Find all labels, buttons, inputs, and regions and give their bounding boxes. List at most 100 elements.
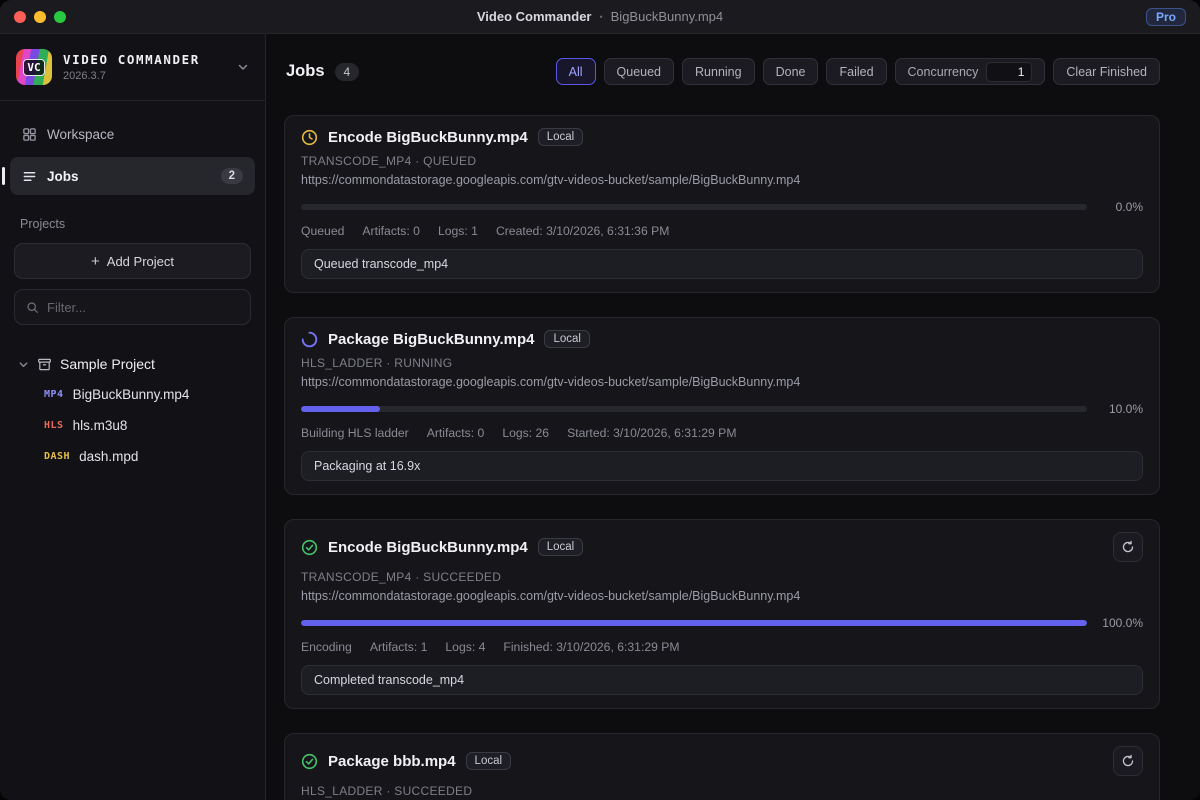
- minimize-window-button[interactable]: [34, 11, 46, 23]
- window-controls: [14, 11, 66, 23]
- job-meta: Building HLS ladderArtifacts: 0Logs: 26S…: [301, 426, 1143, 440]
- project-filter: [14, 289, 251, 325]
- job-progress-fill: [301, 620, 1087, 626]
- chevron-down-icon: [18, 359, 29, 370]
- project-box-icon: [37, 357, 52, 372]
- clock-icon: [301, 129, 318, 146]
- job-local-badge: Local: [544, 330, 590, 348]
- job-progress-row: 100.0%: [301, 616, 1143, 630]
- job-meta-item: Logs: 1: [438, 224, 478, 238]
- concurrency-control: Concurrency: [895, 58, 1046, 85]
- filter-input[interactable]: [47, 300, 239, 315]
- job-card: Encode BigBuckBunny.mp4 Local TRANSCODE_…: [284, 519, 1160, 709]
- sidebar-item-label: Workspace: [47, 127, 114, 142]
- sidebar: VC VIDEO COMMANDER 2026.3.7 Workspace: [0, 34, 266, 800]
- filter-chip-done[interactable]: Done: [763, 58, 819, 85]
- filter-chip-all[interactable]: All: [556, 58, 596, 85]
- job-progress-label: 10.0%: [1099, 402, 1143, 416]
- job-local-badge: Local: [466, 752, 512, 770]
- chevron-down-icon: [237, 61, 249, 73]
- job-subtitle: TRANSCODE_MP4 · SUCCEEDED: [301, 570, 1143, 584]
- brand-name: VIDEO COMMANDER: [63, 52, 200, 67]
- sidebar-item-jobs[interactable]: Jobs 2: [10, 157, 255, 195]
- job-card-header: Package BigBuckBunny.mp4 Local: [301, 330, 1143, 348]
- job-title: Encode BigBuckBunny.mp4: [328, 129, 528, 146]
- job-subtitle: HLS_LADDER · RUNNING: [301, 356, 1143, 370]
- zoom-window-button[interactable]: [54, 11, 66, 23]
- job-progress-row: 10.0%: [301, 402, 1143, 416]
- retry-button[interactable]: [1113, 532, 1143, 562]
- concurrency-input[interactable]: [986, 62, 1032, 82]
- job-log: Packaging at 16.9x: [301, 451, 1143, 481]
- tree-root-sample-project[interactable]: Sample Project: [14, 349, 251, 379]
- tree-root-label: Sample Project: [60, 356, 155, 372]
- projects-section-label: Projects: [20, 217, 245, 231]
- brand-selector[interactable]: VC VIDEO COMMANDER 2026.3.7: [0, 34, 265, 101]
- concurrency-label: Concurrency: [908, 65, 979, 79]
- tree-item-dash.mpd[interactable]: DASHdash.mpd: [14, 441, 251, 472]
- jobs-list-icon: [22, 169, 37, 184]
- check-circle-icon: [301, 539, 318, 556]
- jobs-total-badge: 4: [335, 63, 360, 81]
- workspace-grid-icon: [22, 127, 37, 142]
- titlebar: Video Commander • BigBuckBunny.mp4 Pro: [0, 0, 1200, 34]
- close-window-button[interactable]: [14, 11, 26, 23]
- sidebar-nav: Workspace Jobs 2: [0, 101, 265, 195]
- job-card-header: Encode BigBuckBunny.mp4 Local: [301, 532, 1143, 562]
- page-title: Jobs: [286, 62, 325, 81]
- tree-item-label: BigBuckBunny.mp4: [73, 387, 190, 402]
- job-progress-track: [301, 620, 1087, 626]
- job-card-header: Package bbb.mp4 Local: [301, 746, 1143, 776]
- job-subtitle: TRANSCODE_MP4 · QUEUED: [301, 154, 1143, 168]
- brand-version: 2026.3.7: [63, 70, 200, 82]
- job-meta-item: Encoding: [301, 640, 352, 654]
- brand-text: VIDEO COMMANDER 2026.3.7: [63, 52, 200, 82]
- job-progress-track: [301, 406, 1087, 412]
- job-subtitle: HLS_LADDER · SUCCEEDED: [301, 784, 1143, 798]
- job-meta: EncodingArtifacts: 1Logs: 4Finished: 3/1…: [301, 640, 1143, 654]
- job-meta: QueuedArtifacts: 0Logs: 1Created: 3/10/2…: [301, 224, 1143, 238]
- sidebar-item-workspace[interactable]: Workspace: [10, 115, 255, 153]
- job-title: Encode BigBuckBunny.mp4: [328, 539, 528, 556]
- titlebar-title: Video Commander • BigBuckBunny.mp4: [477, 0, 723, 33]
- job-card-header: Encode BigBuckBunny.mp4 Local: [301, 128, 1143, 146]
- tree-item-label: hls.m3u8: [73, 418, 128, 433]
- job-meta-item: Artifacts: 0: [427, 426, 485, 440]
- format-badge: DASH: [44, 451, 70, 462]
- filter-chips: All Queued Running Done Failed: [556, 58, 887, 85]
- filter-chip-running[interactable]: Running: [682, 58, 755, 85]
- add-project-label: Add Project: [107, 254, 174, 269]
- add-project-button[interactable]: + Add Project: [14, 243, 251, 279]
- job-meta-item: Queued: [301, 224, 344, 238]
- main-content: Jobs 4 All Queued Running Done Failed Concur…: [266, 34, 1200, 800]
- job-progress-row: 0.0%: [301, 200, 1143, 214]
- job-card: Package bbb.mp4 Local HLS_LADDER · SUCCE…: [284, 733, 1160, 800]
- jobs-list: Encode BigBuckBunny.mp4 Local TRANSCODE_…: [284, 115, 1160, 800]
- job-meta-item: Building HLS ladder: [301, 426, 409, 440]
- jobs-toolbar: All Queued Running Done Failed Concurrency C…: [556, 58, 1160, 85]
- filter-chip-failed[interactable]: Failed: [826, 58, 886, 85]
- app-logo-text: VC: [23, 59, 44, 76]
- job-meta-item: Finished: 3/10/2026, 6:31:29 PM: [503, 640, 679, 654]
- tree-item-hls.m3u8[interactable]: HLS hls.m3u8: [14, 410, 251, 441]
- filter-chip-queued[interactable]: Queued: [604, 58, 674, 85]
- sidebar-item-label: Jobs: [47, 169, 79, 184]
- format-badge: HLS: [44, 420, 64, 431]
- plus-icon: +: [91, 254, 100, 269]
- document-title: BigBuckBunny.mp4: [611, 9, 724, 24]
- clear-finished-button[interactable]: Clear Finished: [1053, 58, 1160, 85]
- job-meta-item: Artifacts: 1: [370, 640, 428, 654]
- job-local-badge: Local: [538, 538, 584, 556]
- job-progress-label: 100.0%: [1099, 616, 1143, 630]
- job-meta-item: Logs: 26: [502, 426, 549, 440]
- pro-badge: Pro: [1146, 8, 1186, 26]
- format-badge: MP4: [44, 389, 64, 400]
- job-progress-label: 0.0%: [1099, 200, 1143, 214]
- job-title: Package bbb.mp4: [328, 753, 456, 770]
- project-tree: Sample Project MP4 BigBuckBunny.mp4 HLS hls…: [0, 349, 265, 472]
- job-log: Completed transcode_mp4: [301, 665, 1143, 695]
- job-card: Encode BigBuckBunny.mp4 Local TRANSCODE_…: [284, 115, 1160, 293]
- job-progress-fill: [301, 406, 380, 412]
- retry-button[interactable]: [1113, 746, 1143, 776]
- tree-item-bigbuckbunny.mp4[interactable]: MP4 BigBuckBunny.mp4: [14, 379, 251, 410]
